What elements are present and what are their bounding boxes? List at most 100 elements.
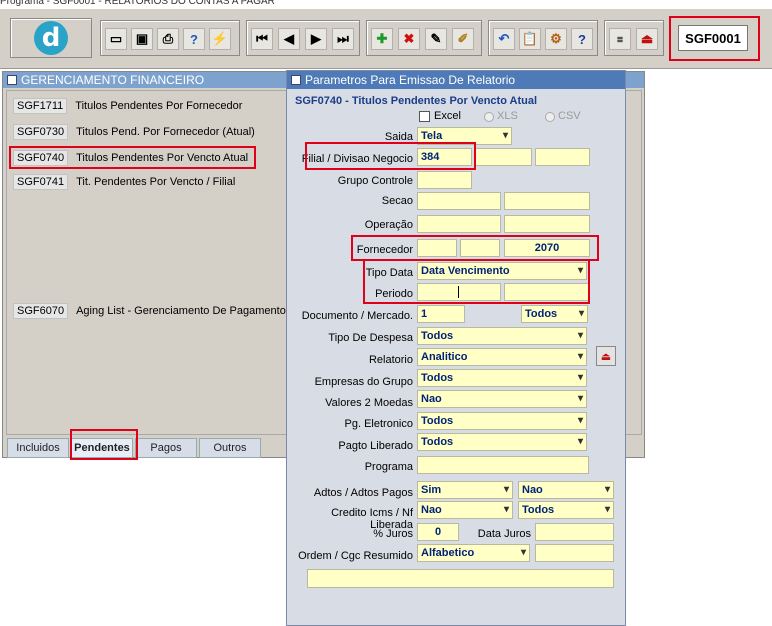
- relatorio-label: Relatorio: [368, 354, 413, 366]
- pagto-liberado-select[interactable]: Todos: [417, 433, 587, 451]
- menu-item[interactable]: SGF6070 Aging List - Gerenciamento De Pa…: [13, 302, 291, 320]
- toolbar: d ▭ ▣ ⎙ ? ⚡ ⏮ ◀ ▶ ⏭ ✚ ✖ ✎ ✐ ↶ 📋 ⚙ ? ≣ ⏏ …: [0, 9, 772, 69]
- highlight-pendentes-tab: [70, 429, 138, 460]
- params-window: Parametros Para Emissao De Relatorio SGF…: [286, 70, 626, 626]
- first-record-icon[interactable]: ⏮: [251, 28, 273, 50]
- highlight-fornecedor: [351, 235, 599, 261]
- params-subtitle: SGF0740 - Titulos Pendentes Por Vencto A…: [295, 95, 538, 107]
- window-icon[interactable]: ▣: [131, 28, 153, 50]
- grupo-field[interactable]: [417, 171, 472, 189]
- help-query-icon[interactable]: ?: [183, 28, 205, 50]
- menu-item-label: Titulos Pendentes Por Fornecedor: [75, 100, 243, 112]
- lightning-icon[interactable]: ⚡: [209, 28, 231, 50]
- operacao2-field[interactable]: [504, 215, 590, 233]
- tools-icon[interactable]: ⚙: [545, 28, 567, 50]
- toolbar-group-edit: ✚ ✖ ✎ ✐: [366, 20, 482, 56]
- cgc-resumido-field[interactable]: [535, 544, 614, 562]
- help-icon[interactable]: ?: [571, 28, 593, 50]
- menu-item-code: SGF6070: [13, 303, 69, 319]
- divisao2-field[interactable]: [535, 148, 590, 166]
- grupo-label: Grupo Controle: [337, 175, 413, 187]
- message-field: [307, 569, 614, 588]
- xls-radio[interactable]: [484, 112, 494, 122]
- delete-icon[interactable]: ✖: [398, 28, 420, 50]
- juros-label: % Juros: [373, 528, 413, 540]
- ordem-label: Ordem / Cgc Resumido: [298, 550, 413, 562]
- app-logo: d: [10, 18, 92, 58]
- menu-item-code: SGF1711: [13, 98, 68, 114]
- pencil-icon[interactable]: ✐: [452, 28, 474, 50]
- menu-window-title: GERENCIAMENTO FINANCEIRO: [21, 73, 205, 87]
- menu-item-label: Titulos Pend. Por Fornecedor (Atual): [76, 126, 255, 138]
- empresas-select[interactable]: Todos: [417, 369, 587, 387]
- menu-item[interactable]: SGF0730 Titulos Pend. Por Fornecedor (At…: [13, 123, 255, 141]
- tab-incluidos[interactable]: Incluidos: [7, 438, 69, 458]
- data-juros-label: Data Juros: [477, 528, 531, 540]
- exit-icon[interactable]: ⏏: [636, 28, 658, 50]
- menu-item[interactable]: SGF1711 Titulos Pendentes Por Fornecedor: [13, 97, 242, 115]
- pg-eletronico-select[interactable]: Todos: [417, 412, 587, 430]
- operacao-field[interactable]: [417, 215, 501, 233]
- last-record-icon[interactable]: ⏭: [332, 28, 354, 50]
- toolbar-group-menu: ≣ ⏏: [604, 20, 664, 56]
- secao2-field[interactable]: [504, 192, 590, 210]
- adtos-pagos-select[interactable]: Nao: [518, 481, 614, 499]
- clipboard-icon[interactable]: 📋: [519, 28, 541, 50]
- csv-radio[interactable]: [545, 112, 555, 122]
- window-title: Programa - SGF0001 - RELATORIOS DO CONTA…: [0, 0, 275, 7]
- tipo-despesa-select[interactable]: Todos: [417, 327, 587, 345]
- save-icon[interactable]: ▭: [105, 28, 127, 50]
- previous-record-icon[interactable]: ◀: [278, 28, 300, 50]
- pg-eletronico-label: Pg. Eletronico: [344, 418, 413, 430]
- valores-label: Valores 2 Moedas: [325, 397, 413, 409]
- toolbar-group-nav: ⏮ ◀ ▶ ⏭: [246, 20, 360, 56]
- toolbar-group-file: ▭ ▣ ⎙ ? ⚡: [100, 20, 240, 56]
- operacao-label: Operação: [364, 219, 413, 231]
- add-icon[interactable]: ✚: [371, 28, 393, 50]
- programa-field[interactable]: [417, 456, 589, 474]
- documento-label: Documento / Mercado.: [301, 310, 413, 322]
- excel-checkbox[interactable]: [419, 111, 430, 122]
- undo-icon[interactable]: ↶: [493, 28, 515, 50]
- print-icon[interactable]: ⎙: [157, 28, 179, 50]
- divisao-field[interactable]: [475, 148, 532, 166]
- adtos-select[interactable]: Sim: [417, 481, 513, 499]
- highlight-filial: [305, 142, 476, 170]
- documento-field[interactable]: 1: [417, 305, 465, 323]
- juros-field[interactable]: 0: [417, 523, 459, 541]
- exit-icon[interactable]: ⏏: [596, 346, 616, 366]
- next-record-icon[interactable]: ▶: [305, 28, 327, 50]
- menu-item-label: Tit. Pendentes Por Vencto / Filial: [76, 176, 236, 188]
- xls-label: XLS: [497, 110, 518, 122]
- params-window-titlebar: Parametros Para Emissao De Relatorio: [287, 71, 625, 89]
- mercado-select[interactable]: Todos: [521, 305, 588, 323]
- secao-field[interactable]: [417, 192, 501, 210]
- highlight-program-code: [669, 16, 760, 61]
- data-juros-field[interactable]: [535, 523, 614, 541]
- credito-select[interactable]: Nao: [417, 501, 513, 519]
- menu-item[interactable]: SGF0741 Tit. Pendentes Por Vencto / Fili…: [13, 173, 235, 191]
- secao-label: Secao: [381, 195, 413, 207]
- toolbar-group-tools: ↶ 📋 ⚙ ?: [488, 20, 598, 56]
- tab-outros[interactable]: Outros: [199, 438, 261, 458]
- pagto-liberado-label: Pagto Liberado: [338, 440, 413, 452]
- tab-pagos[interactable]: Pagos: [135, 438, 197, 458]
- menu-item-code: SGF0730: [13, 124, 69, 140]
- edit-record-icon[interactable]: ✎: [425, 28, 447, 50]
- nf-liberada-select[interactable]: Todos: [518, 501, 614, 519]
- empresas-label: Empresas do Grupo: [314, 376, 413, 388]
- menu-item-label: Aging List - Gerenciamento De Pagamentos: [76, 305, 292, 317]
- params-window-title: Parametros Para Emissao De Relatorio: [305, 73, 516, 87]
- tipo-despesa-label: Tipo De Despesa: [328, 332, 413, 344]
- programa-label: Programa: [364, 461, 413, 473]
- logo-icon: d: [34, 21, 68, 55]
- highlight-selected-item: [9, 146, 256, 169]
- valores-select[interactable]: Nao: [417, 390, 587, 408]
- window-icon: [291, 75, 301, 85]
- highlight-tipo-data-periodo: [363, 259, 590, 304]
- ordem-select[interactable]: Alfabetico: [417, 544, 530, 562]
- excel-label: Excel: [434, 110, 461, 122]
- menu-icon[interactable]: ≣: [609, 28, 631, 50]
- relatorio-select[interactable]: Analitico: [417, 348, 587, 366]
- csv-label: CSV: [558, 110, 581, 122]
